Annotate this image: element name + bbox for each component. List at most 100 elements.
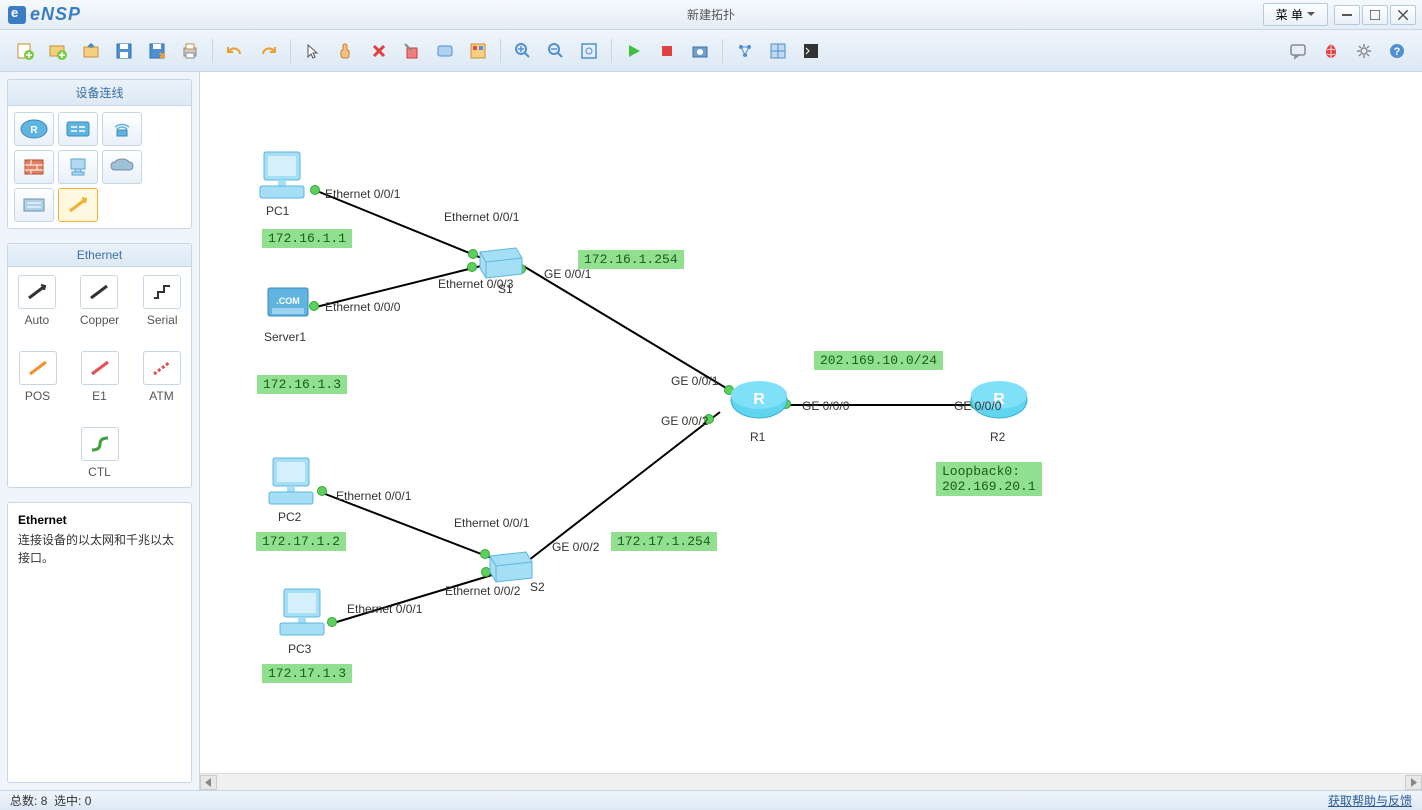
router-category[interactable]: R (14, 112, 54, 146)
svg-text:R: R (30, 125, 38, 136)
pc-category[interactable] (58, 150, 98, 184)
left-panel: 设备连线 R Ethernet Auto Copper Serial POS E… (0, 72, 200, 790)
other-category[interactable] (14, 188, 54, 222)
pc1-ip: 172.16.1.1 (262, 229, 352, 248)
conn-atm-label: ATM (143, 389, 181, 403)
node-s1[interactable] (476, 242, 526, 280)
wlan-category[interactable] (102, 112, 142, 146)
settings-button[interactable] (1349, 36, 1379, 66)
huawei-button[interactable] (1316, 36, 1346, 66)
stop-button[interactable] (652, 36, 682, 66)
switch-category[interactable] (58, 112, 98, 146)
device-panel-header: 设备连线 (8, 80, 191, 106)
redo-button[interactable] (253, 36, 283, 66)
document-title: 新建拓扑 (687, 6, 735, 23)
node-pc1[interactable] (258, 150, 313, 200)
port-pc3: Ethernet 0/0/1 (347, 602, 422, 616)
pan-tool-button[interactable] (331, 36, 361, 66)
port-s2-e2: Ethernet 0/0/2 (445, 584, 520, 598)
port-s2-e1: Ethernet 0/0/1 (454, 516, 529, 530)
scroll-left-button[interactable] (200, 775, 217, 790)
node-r1[interactable]: R (728, 378, 790, 422)
svg-text:.COM: .COM (276, 296, 300, 306)
cli-button[interactable] (796, 36, 826, 66)
conn-atm[interactable] (143, 351, 181, 385)
port-pc2: Ethernet 0/0/1 (336, 489, 411, 503)
conn-e1[interactable] (81, 351, 119, 385)
port-r1-g0: GE 0/0/0 (802, 399, 849, 413)
port-s1-e1: Ethernet 0/0/1 (444, 210, 519, 224)
print-button[interactable] (175, 36, 205, 66)
info-panel: Ethernet 连接设备的以太网和千兆以太接口。 (7, 502, 192, 783)
menu-button[interactable]: 菜 单 (1263, 3, 1328, 26)
close-button[interactable] (1390, 5, 1416, 25)
zoom-out-button[interactable] (541, 36, 571, 66)
help-feedback-link[interactable]: 获取帮助与反馈 (1328, 792, 1412, 809)
status-sel-label: 选中: (54, 792, 81, 809)
maximize-button[interactable] (1362, 5, 1388, 25)
port-r2-g0: GE 0/0/0 (954, 399, 1001, 413)
conn-ctl-label: CTL (81, 465, 119, 479)
conn-ctl[interactable] (81, 427, 119, 461)
pc1-label: PC1 (266, 204, 289, 218)
layout-button[interactable] (730, 36, 760, 66)
s1-gw: 172.16.1.254 (578, 250, 684, 269)
node-pc3[interactable] (278, 587, 333, 637)
conn-copper[interactable] (80, 275, 118, 309)
port-s1-e3: Ethernet 0/0/3 (438, 277, 513, 291)
conn-serial[interactable] (143, 275, 181, 309)
conn-auto-label: Auto (18, 313, 56, 327)
port-pc1: Ethernet 0/0/1 (325, 187, 400, 201)
horizontal-scrollbar[interactable] (200, 773, 1422, 790)
status-total-value: 8 (41, 794, 48, 808)
connection-category[interactable] (58, 188, 98, 222)
conn-copper-label: Copper (80, 313, 119, 327)
grid-button[interactable] (763, 36, 793, 66)
new-project-button[interactable] (43, 36, 73, 66)
delete-button[interactable] (364, 36, 394, 66)
status-sel-value: 0 (85, 794, 92, 808)
select-tool-button[interactable] (298, 36, 328, 66)
conn-auto[interactable] (18, 275, 56, 309)
message-button[interactable] (1283, 36, 1313, 66)
server1-label: Server1 (264, 330, 306, 344)
toolbar: ? (0, 30, 1422, 72)
node-pc2[interactable] (267, 456, 322, 506)
pc3-label: PC3 (288, 642, 311, 656)
save-button[interactable] (109, 36, 139, 66)
new-topo-button[interactable] (10, 36, 40, 66)
conn-e1-label: E1 (81, 389, 119, 403)
node-s2[interactable] (486, 546, 536, 584)
s2-label: S2 (530, 580, 545, 594)
scroll-right-button[interactable] (1405, 775, 1422, 790)
status-total-label: 总数: (10, 792, 37, 809)
node-server1[interactable]: .COM (264, 284, 312, 326)
minimize-button[interactable] (1334, 5, 1360, 25)
open-button[interactable] (76, 36, 106, 66)
topology-links (200, 72, 1422, 790)
status-bar: 总数: 8 选中: 0 获取帮助与反馈 (0, 790, 1422, 810)
text-button[interactable] (430, 36, 460, 66)
cloud-category[interactable] (102, 150, 142, 184)
zoom-fit-button[interactable] (574, 36, 604, 66)
capture-button[interactable] (685, 36, 715, 66)
zoom-in-button[interactable] (508, 36, 538, 66)
pc3-ip: 172.17.1.3 (262, 664, 352, 683)
port-s1-g1: GE 0/0/1 (544, 267, 591, 281)
menu-label: 菜 单 (1276, 6, 1303, 23)
conn-serial-label: Serial (143, 313, 181, 327)
firewall-category[interactable] (14, 150, 54, 184)
undo-button[interactable] (220, 36, 250, 66)
help-button[interactable]: ? (1382, 36, 1412, 66)
r1-label: R1 (750, 430, 765, 444)
palette-button[interactable] (463, 36, 493, 66)
topology-canvas[interactable]: PC1 172.16.1.1 .COM Server1 172.16.1.3 S… (200, 72, 1422, 790)
device-panel: 设备连线 R (7, 79, 192, 229)
clear-button[interactable] (397, 36, 427, 66)
r2-label: R2 (990, 430, 1005, 444)
conn-pos-label: POS (19, 389, 57, 403)
start-button[interactable] (619, 36, 649, 66)
port-r1-g2: GE 0/0/2 (661, 414, 708, 428)
save-as-button[interactable] (142, 36, 172, 66)
conn-pos[interactable] (19, 351, 57, 385)
